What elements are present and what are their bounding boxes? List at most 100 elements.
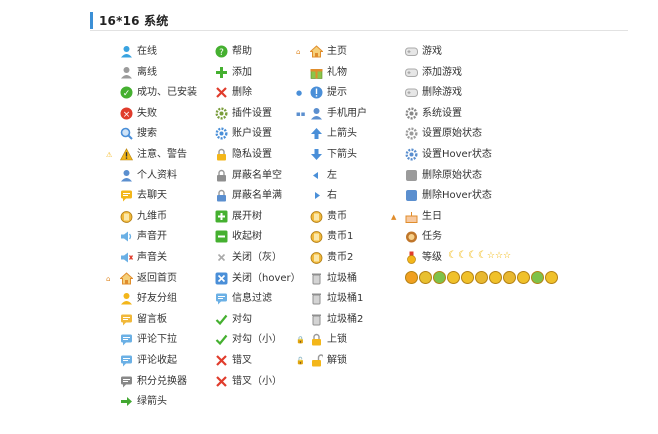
icon-label: 下箭头 [327,149,357,160]
icon-label: 提示 [327,87,347,99]
emoticon-face-icon [447,271,460,284]
emoticon-face-icon [405,271,418,284]
emoticon-face-icon [475,271,488,284]
icon-label: 成功、已安装 [137,87,197,99]
icon-label: 设置原始状态 [422,128,482,140]
blocklist-full-icon [215,189,228,202]
icon-label: 绿箭头 [137,396,167,408]
level-badges: ☾☾☾☾☆☆☆ [447,250,511,262]
cross-icon [215,354,228,367]
icon-label: 删除 [232,87,252,99]
moon-icon: ☾ [477,250,487,261]
task-icon [405,230,418,243]
moon-icon: ☾ [457,250,467,261]
icon-label: 垃圾桶2 [327,313,364,325]
arrow-down-icon [310,148,323,161]
icon-label: 删除游戏 [422,87,462,99]
points-exchange-icon [120,375,133,388]
moon-icon: ☾ [467,250,477,261]
emoticon-face-icon [461,271,474,284]
user-offline-icon [120,66,133,79]
profile-card-icon [120,169,133,182]
birthday-cake-icon [405,210,418,223]
icon-label: 对勾 [232,313,252,325]
icon-label: 评论下拉 [137,334,177,346]
help-icon: ? [215,45,228,58]
green-arrow-icon [120,395,133,408]
warning-icon [120,148,133,161]
icon-label: 贵币 [327,210,347,222]
comment-expand-icon [120,333,133,346]
unlock-icon [310,354,323,367]
icon-label: 关闭（灰） [232,252,282,263]
icon-label: 游戏 [422,46,442,57]
entry-prefix-marker: ⚠ [106,151,113,159]
entry-prefix-marker: ▪▪ [296,109,306,118]
icon-label: 礼物 [327,66,347,78]
blocklist-empty-icon [215,169,228,182]
close-gray-icon [215,251,228,264]
cross-small-icon [215,375,228,388]
emoticon-face-icon [489,271,502,284]
mobile-user-icon [310,107,323,120]
icon-label: 系统设置 [422,107,462,119]
entry-prefix-marker: ⌂ [296,48,301,56]
icon-label: 返回首页 [137,272,177,284]
entry-prefix-marker: 🔒 [296,336,305,345]
icon-label: 错叉（小） [232,375,282,387]
plugin-settings-icon [215,107,228,120]
expand-tree-icon [215,210,228,223]
precious-coin-2-icon [310,251,323,264]
icon-label: 生日 [422,210,442,222]
icon-label: 收起树 [232,231,262,243]
entry-prefix-marker: ● [296,89,303,98]
icon-label: 删除原始状态 [422,169,482,181]
moon-icon: ☾ [448,250,457,261]
lock-icon [310,333,323,346]
trash-1-icon [310,292,323,305]
icon-label: 离线 [137,66,157,78]
user-online-icon [120,45,133,58]
icon-label: 好友分组 [137,293,177,305]
level-medal-icon [405,251,418,264]
settings-original-icon [405,127,418,140]
star-icon: ☆ [503,250,512,261]
checkmark-small-icon [215,333,228,346]
emoticon-face-icon [531,271,544,284]
friends-group-icon [120,292,133,305]
icon-label: 解锁 [327,355,347,366]
svg-text:✓: ✓ [123,89,131,99]
home-icon [120,271,133,285]
icon-label: 失败 [137,107,157,119]
search-icon [120,127,133,141]
arrow-left-icon [310,169,323,182]
header-divider [90,30,628,31]
icon-label: 展开树 [232,210,262,222]
tip-icon [310,86,323,99]
settings-hover-icon [405,148,418,161]
icon-label: 贵币2 [327,252,354,263]
svg-text:×: × [123,110,131,120]
icon-label: 上锁 [327,334,347,346]
close-hover-icon [215,272,228,285]
success-check-icon: ✓ [120,86,133,99]
trash-icon [310,272,323,285]
trash-2-icon [310,313,323,326]
icon-label: 评论收起 [137,355,177,366]
icon-label: 隐私设置 [232,149,272,160]
info-filter-icon [215,292,228,305]
icon-label: 任务 [422,231,442,243]
emoticon-row [405,271,559,284]
icon-label: 等级 [422,252,442,263]
game-icon [405,45,418,58]
icon-label: 去聊天 [137,190,167,202]
arrow-right-icon [310,189,323,202]
icon-label: 添加游戏 [422,66,462,78]
precious-coin-1-icon [310,230,323,244]
header-accent-bar [90,12,93,29]
delete-original-icon [405,169,418,182]
icon-label: 插件设置 [232,107,272,119]
icon-label: 帮助 [232,46,252,57]
icon-label: 屏蔽名单满 [232,190,282,202]
icon-label: 声音开 [137,231,167,243]
